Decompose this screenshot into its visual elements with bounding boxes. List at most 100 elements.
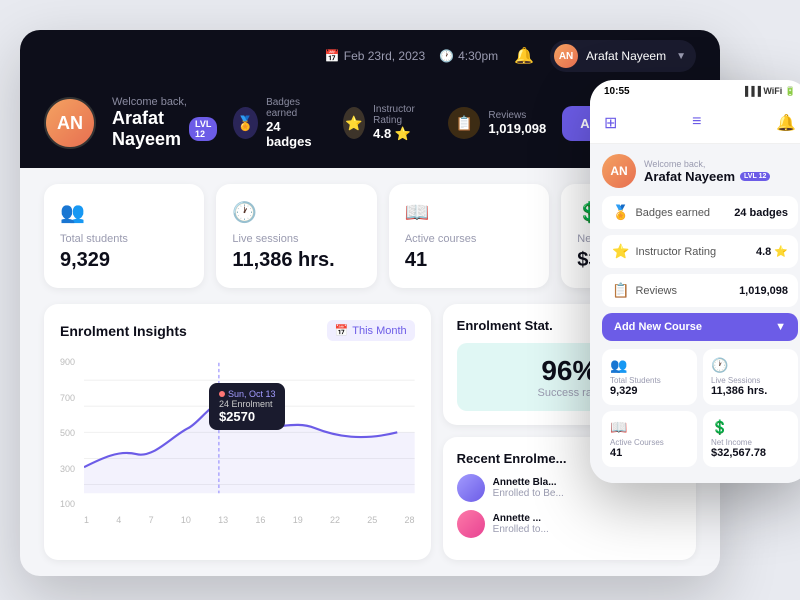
mobile-badges-icon: 🏅 [612,204,629,221]
calendar-icon: 📅 [335,324,349,337]
mobile-welcome-label: Welcome back, [644,159,770,169]
mobile-courses-label: Active Courses [610,438,689,447]
courses-label: Active courses [405,233,533,245]
rating-label: Instructor Rating [373,104,424,126]
welcome-label: Welcome back, [112,96,217,108]
mobile-badges-left: 🏅 Badges earned [612,204,710,221]
reviews-stat: 📋 Reviews 1,019,098 [448,107,546,139]
mobile-level-badge: LVL 12 [740,172,770,181]
mobile-header-row: AN Welcome back, Arafat Nayeem LVL 12 [602,154,798,188]
user-chip[interactable]: AN Arafat Nayeem ▼ [550,40,696,72]
mobile-welcome-block: Welcome back, Arafat Nayeem LVL 12 [644,159,770,184]
mobile-reviews-left: 📋 Reviews [612,282,677,299]
stat-card-students: 👥 Total students 9,329 [44,184,204,288]
mobile-rating-icon: ⭐ [612,243,629,260]
mobile-students-value: 9,329 [610,385,689,397]
time-display: 🕐 4:30pm [439,49,498,63]
header-meta: 📅 Feb 23rd, 2023 🕐 4:30pm [325,49,498,63]
stat-card-courses: 📖 Active courses 41 [389,184,549,288]
mobile-badges-stat: 🏅 Badges earned 24 badges [602,196,798,229]
stat-card-sessions: 🕐 Live sessions 11,386 hrs. [216,184,376,288]
students-value: 9,329 [60,249,188,272]
chart-header: Enrolment Insights 📅 This Month [60,320,415,341]
sessions-icon: 🕐 [232,200,360,225]
students-icon: 👥 [60,200,188,225]
reviews-label: Reviews [488,110,546,121]
mobile-avatar: AN [602,154,636,188]
mobile-courses-icon: 📖 [610,419,689,436]
welcome-block: Welcome back, Arafat Nayeem LVL 12 [112,96,217,150]
date-display: 📅 Feb 23rd, 2023 [325,49,425,63]
mobile-card-income: 💲 Net Income $32,567.78 [703,411,798,467]
recent-name: Annette Bla... [493,477,564,488]
success-rate-number: 96% [541,355,597,387]
courses-value: 41 [405,249,533,272]
chevron-down-icon: ▼ [676,51,686,62]
avatar [457,510,485,538]
recent-sub: Enrolled to... [493,524,549,535]
sessions-value: 11,386 hrs. [232,249,360,272]
level-badge: LVL 12 [189,117,217,141]
mobile-card-students: 👥 Total Students 9,329 [602,349,697,405]
recent-sub: Enrolled to Be... [493,488,564,499]
mobile-card-sessions: 🕐 Live Sessions 11,386 hrs. [703,349,798,405]
list-item: Annette ... Enrolled to... [457,510,682,538]
mobile-rating-left: ⭐ Instructor Rating [612,243,716,260]
rating-stat: ⭐ Instructor Rating 4.8 ⭐ [343,104,425,142]
notification-bell-icon[interactable]: 🔔 [514,46,534,66]
reviews-value: 1,019,098 [488,121,546,136]
sessions-label: Live sessions [232,233,360,245]
mobile-body: AN Welcome back, Arafat Nayeem LVL 12 🏅 … [590,144,800,483]
stats-row: 🏅 Badges earned 24 badges ⭐ Instructor R… [233,97,546,149]
mobile-reviews-value: 1,019,098 [739,285,788,297]
mobile-rating-value: 4.8 ⭐ [756,245,788,258]
badges-label: Badges earned [266,97,319,119]
chart-svg [84,353,415,503]
reviews-icon: 📋 [448,107,480,139]
mobile-time: 10:55 [604,86,630,97]
mobile-nav: ⊞ ≡ 🔔 [590,103,800,144]
header-username: Arafat Nayeem [586,49,666,63]
courses-icon: 📖 [405,200,533,225]
header-bar: 📅 Feb 23rd, 2023 🕐 4:30pm 🔔 AN Arafat Na… [20,30,720,82]
mobile-chevron-down-icon: ▼ [775,321,786,333]
mobile-sessions-value: 11,386 hrs. [711,385,790,397]
badges-icon: 🏅 [233,107,258,139]
mobile-sessions-label: Live Sessions [711,376,790,385]
rating-value: 4.8 ⭐ [373,126,424,142]
chart-area: 900 700 500 300 100 [60,353,415,513]
chart-title: Enrolment Insights [60,323,187,339]
mobile-students-label: Total Students [610,376,689,385]
chart-filter-button[interactable]: 📅 This Month [327,320,415,341]
mobile-income-label: Net Income [711,438,790,447]
mobile-menu-icon[interactable]: ≡ [692,113,701,133]
mobile-grid-icon[interactable]: ⊞ [604,113,617,133]
rating-icon: ⭐ [343,107,365,139]
chart-y-labels: 900 700 500 300 100 [60,353,84,513]
mobile-courses-value: 41 [610,447,689,459]
mobile-preview: 10:55 ▐▐▐ WiFi 🔋 ⊞ ≡ 🔔 AN Welcome back, … [590,80,800,483]
mobile-add-course-button[interactable]: Add New Course ▼ [602,313,798,341]
avatar: AN [44,97,96,149]
mobile-cards-grid: 👥 Total Students 9,329 🕐 Live Sessions 1… [602,349,798,467]
mobile-user-name: Arafat Nayeem LVL 12 [644,169,770,184]
enrolment-chart: Enrolment Insights 📅 This Month 900 700 … [44,304,431,560]
recent-enrolment-info: Annette Bla... Enrolled to Be... [493,477,564,499]
students-label: Total students [60,233,188,245]
mobile-income-icon: 💲 [711,419,790,436]
mobile-sessions-icon: 🕐 [711,357,790,374]
mobile-badges-value: 24 badges [734,207,788,219]
mobile-card-courses: 📖 Active Courses 41 [602,411,697,467]
recent-enrolment-info: Annette ... Enrolled to... [493,513,549,535]
mobile-bell-icon[interactable]: 🔔 [776,113,796,133]
avatar [457,474,485,502]
mobile-students-icon: 👥 [610,357,689,374]
user-name: Arafat Nayeem LVL 12 [112,108,217,150]
chart-x-labels: 1 4 7 10 13 16 19 22 25 28 [60,513,415,525]
mobile-rating-stat: ⭐ Instructor Rating 4.8 ⭐ [602,235,798,268]
avatar: AN [554,44,578,68]
mobile-reviews-stat: 📋 Reviews 1,019,098 [602,274,798,307]
badges-stat: 🏅 Badges earned 24 badges [233,97,319,149]
mobile-reviews-icon: 📋 [612,282,629,299]
mobile-signal-icon: ▐▐▐ WiFi 🔋 [742,86,796,97]
